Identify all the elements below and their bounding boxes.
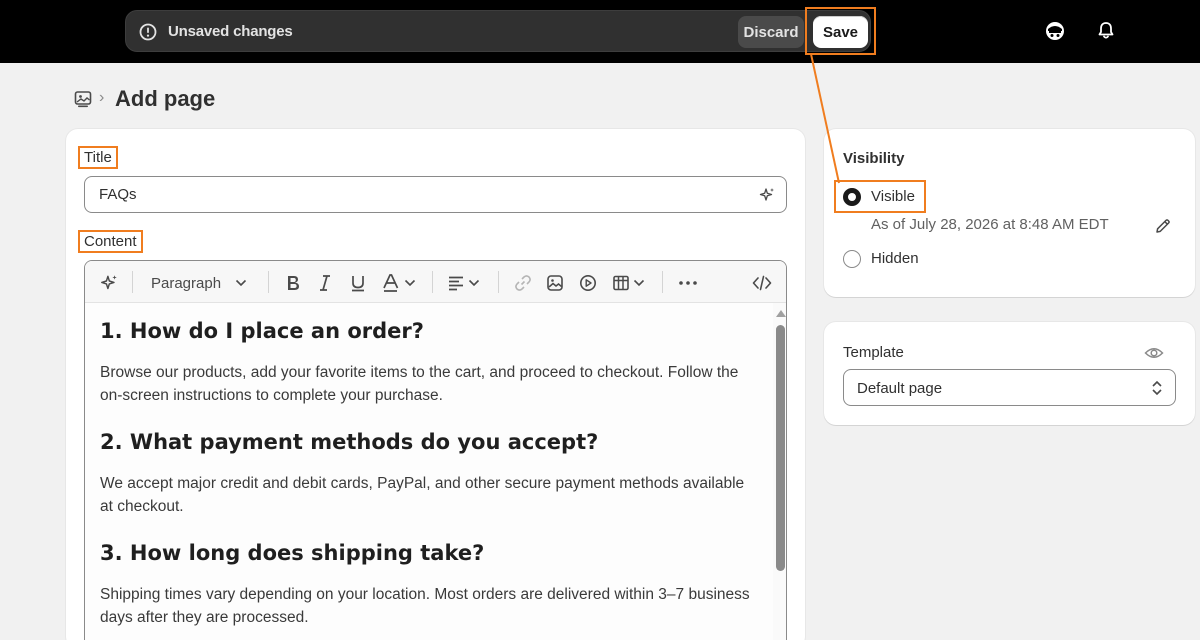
title-value: FAQs xyxy=(99,186,137,203)
unsaved-changes-bar: Unsaved changes Discard Save xyxy=(125,10,871,52)
title-label: Title xyxy=(78,146,118,169)
more-icon[interactable] xyxy=(678,272,698,294)
toolbar-divider xyxy=(268,271,269,293)
toolbar-divider xyxy=(132,271,133,293)
faq-question-3: 3. How long does shipping take? xyxy=(100,541,485,565)
editor-scrollbar[interactable] xyxy=(773,303,786,640)
template-selected-value: Default page xyxy=(857,380,943,397)
discard-button[interactable]: Discard xyxy=(738,16,804,48)
save-button[interactable]: Save xyxy=(813,16,868,48)
content-label: Content xyxy=(78,230,143,253)
visibility-heading: Visibility xyxy=(843,150,905,167)
template-select[interactable]: Default page xyxy=(843,369,1176,406)
magic-icon[interactable] xyxy=(99,272,119,294)
chevron-down-icon xyxy=(633,279,645,287)
video-icon[interactable] xyxy=(579,272,597,294)
magic-sparkle-icon[interactable] xyxy=(758,186,776,204)
alert-circle-icon xyxy=(139,23,157,41)
faq-question-2: 2. What payment methods do you accept? xyxy=(100,430,599,454)
visible-note: As of July 28, 2026 at 8:48 AM EDT xyxy=(871,216,1109,233)
toolbar-divider xyxy=(432,271,433,293)
faq-answer-3: Shipping times vary depending on your lo… xyxy=(100,586,750,626)
underline-icon[interactable] xyxy=(349,272,367,294)
page-icon[interactable] xyxy=(73,89,93,109)
scroll-up-arrow[interactable] xyxy=(776,310,786,317)
align-icon[interactable] xyxy=(447,272,480,294)
page-title: Add page xyxy=(115,86,216,111)
image-icon[interactable] xyxy=(546,272,564,294)
chevron-down-icon xyxy=(235,279,247,287)
template-heading: Template xyxy=(843,344,904,361)
chevron-down-icon xyxy=(468,279,480,287)
chevron-down-icon xyxy=(404,279,416,287)
visible-radio[interactable] xyxy=(843,188,861,206)
paragraph-label: Paragraph xyxy=(151,274,222,292)
scroll-thumb[interactable] xyxy=(776,325,785,571)
rich-text-editor[interactable]: Paragraph 1. How do I place an order? Br… xyxy=(84,260,787,640)
edit-pencil-icon[interactable] xyxy=(1154,217,1172,235)
link-icon[interactable] xyxy=(514,272,532,294)
table-icon[interactable] xyxy=(612,272,645,294)
visible-label[interactable]: Visible xyxy=(871,188,915,205)
toolbar-divider xyxy=(498,271,499,293)
italic-icon[interactable] xyxy=(317,272,333,294)
toolbar-divider xyxy=(662,271,663,293)
paragraph-select[interactable]: Paragraph xyxy=(151,272,247,294)
top-bar: Unsaved changes Discard Save xyxy=(0,0,1200,63)
hidden-label[interactable]: Hidden xyxy=(871,250,919,267)
eye-icon[interactable] xyxy=(1144,344,1164,362)
store-avatar-icon[interactable] xyxy=(1044,20,1066,42)
title-input[interactable]: FAQs xyxy=(84,176,787,213)
faq-answer-2: We accept major credit and debit cards, … xyxy=(100,475,745,515)
breadcrumb-separator: › xyxy=(99,89,105,106)
faq-question-1: 1. How do I place an order? xyxy=(100,319,424,343)
unsaved-changes-text: Unsaved changes xyxy=(168,23,293,40)
faq-answer-1: Browse our products, add your favorite i… xyxy=(100,364,739,404)
editor-content[interactable]: 1. How do I place an order? Browse our p… xyxy=(85,303,773,640)
text-color-icon[interactable] xyxy=(381,272,416,294)
hidden-radio[interactable] xyxy=(843,250,861,268)
code-icon[interactable] xyxy=(752,272,772,294)
bell-icon[interactable] xyxy=(1095,20,1117,42)
select-chevron-icon xyxy=(1152,380,1162,396)
bold-icon[interactable] xyxy=(284,272,302,294)
editor-toolbar: Paragraph xyxy=(85,261,786,303)
